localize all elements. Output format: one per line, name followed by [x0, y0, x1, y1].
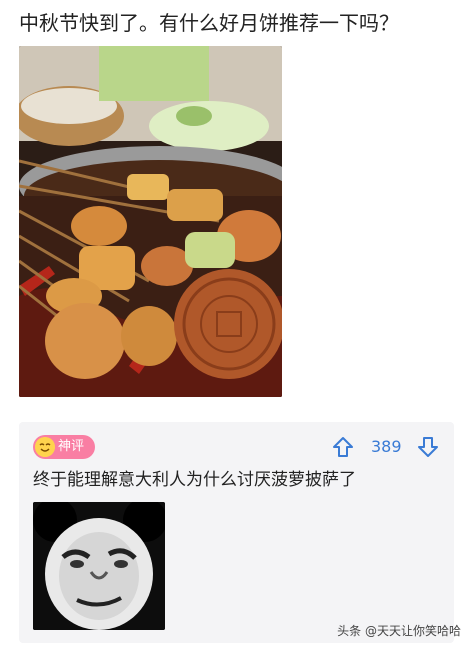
- smile-emoji-icon: [35, 437, 55, 457]
- panda-face-meme[interactable]: [33, 502, 165, 630]
- vote-count: 389: [371, 437, 402, 456]
- mooncake-hotpot-illustration: [19, 46, 282, 397]
- upvote-arrow-icon[interactable]: [332, 436, 354, 458]
- post-title: 中秋节快到了。有什么好月饼推荐一下吗？: [19, 11, 399, 35]
- god-comment-badge: 神评: [33, 435, 95, 459]
- top-comment-card[interactable]: 神评 389 终于能理解意大利人为什么讨厌菠萝披萨了: [19, 422, 454, 643]
- comment-text: 终于能理解意大利人为什么讨厌菠萝披萨了: [33, 470, 356, 490]
- watermark: 头条 @天天让你笑哈哈: [337, 624, 461, 638]
- meme-illustration: [33, 502, 165, 630]
- post-photo[interactable]: [19, 46, 282, 397]
- badge-label: 神评: [58, 439, 85, 454]
- downvote-arrow-icon[interactable]: [417, 436, 439, 458]
